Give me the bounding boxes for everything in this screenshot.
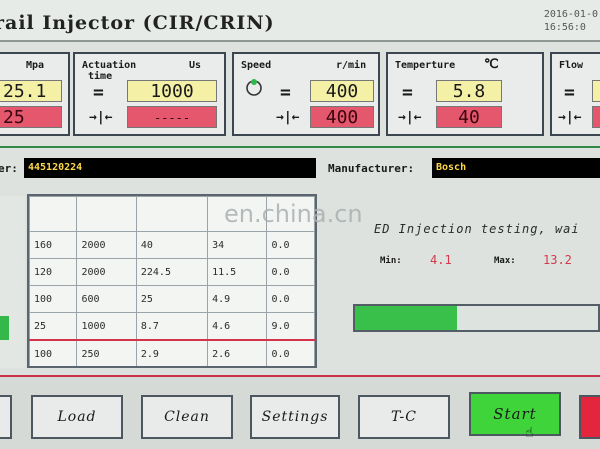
table-cell: 2.6 (207, 339, 268, 366)
flow-actual-value (592, 106, 600, 128)
pressure-actual-value: 25 (0, 106, 62, 128)
equal-icon: = (564, 82, 575, 103)
table-cell: 100 (29, 339, 78, 366)
pointer-cursor-icon: ☝ (525, 425, 534, 441)
datetime: 2016-01-0 16:56:0 (544, 8, 598, 34)
table-cell: 250 (76, 339, 137, 366)
equal-icon: = (402, 82, 413, 103)
temperature-set-value[interactable]: 5.8 (436, 80, 502, 102)
table-cell: 40 (135, 231, 209, 259)
left-strip (0, 196, 25, 368)
equal-icon: = (280, 82, 291, 103)
temperature-actual-value: 40 (436, 106, 502, 128)
clamp-icon: →|← (398, 110, 422, 125)
table-cell: 9.0 (266, 312, 315, 341)
pressure-unit: Mpa (26, 60, 45, 71)
tc-button[interactable]: T-C (358, 395, 450, 439)
actuation-panel: Actuation time Us = →|← 1000 ----- (73, 52, 226, 136)
table-cell: 0.0 (266, 258, 315, 286)
table-cell: 4.6 (207, 312, 268, 341)
actuation-actual-value: ----- (127, 106, 217, 128)
max-label: Max: (494, 256, 516, 266)
table-header-cell (76, 196, 137, 232)
progress-fill (355, 306, 458, 330)
selected-row-indicator (0, 316, 9, 340)
table-cell: 120 (29, 258, 78, 286)
injector-number-field[interactable]: 445120224 (24, 158, 316, 178)
flow-panel: Flow = →|← (550, 52, 600, 136)
manufacturer-field[interactable]: Bosch (432, 158, 600, 178)
table-cell: 25 (135, 285, 209, 313)
max-value: 13.2 (543, 253, 572, 267)
flow-label: Flow (559, 60, 584, 71)
table-row[interactable]: 25 1000 8.7 4.6 9.0 (29, 312, 315, 341)
table-cell: 0.0 (266, 285, 315, 313)
min-label: Min: (380, 256, 402, 266)
table-cell: 160 (29, 231, 78, 259)
watermark-text: en.china.cn (224, 200, 363, 228)
speed-unit: r/min (336, 60, 367, 71)
actuation-set-value[interactable]: 1000 (127, 80, 217, 102)
clamp-icon: →|← (558, 110, 582, 125)
table-cell: 4.9 (207, 285, 268, 313)
table-cell: 1000 (76, 312, 137, 341)
flow-set-value[interactable] (592, 80, 600, 102)
date-text: 2016-01-0 (543, 9, 598, 20)
table-row[interactable]: 160 2000 40 34 0.0 (29, 231, 315, 259)
table-cell: 34 (207, 231, 268, 259)
table-cell: 224.5 (135, 258, 209, 286)
table-cell: 11.5 (207, 258, 268, 286)
table-cell: 100 (29, 285, 78, 313)
partial-left-button[interactable] (0, 395, 12, 439)
table-cell: 2.9 (135, 339, 209, 366)
table-cell: 600 (76, 285, 137, 313)
temperature-panel: Temperture ℃ = →|← 5.8 40 (386, 52, 544, 136)
table-header-cell (135, 196, 209, 232)
table-cell: 2000 (76, 231, 137, 259)
rotation-icon (246, 79, 262, 96)
speed-panel: Speed r/min = →|← 400 400 (232, 52, 380, 136)
clean-button[interactable]: Clean (141, 395, 233, 439)
speed-set-value[interactable]: 400 (310, 80, 374, 102)
table-cell: 25 (29, 312, 78, 341)
min-value: 4.1 (430, 253, 452, 267)
table-row[interactable]: 120 2000 224.5 11.5 0.0 (29, 258, 315, 286)
table-cell: 0.0 (266, 231, 315, 259)
title-bar: rail Injector (CIR/CRIN) 2016-01-0 16:56… (0, 0, 600, 42)
table-cell: 2000 (76, 258, 137, 286)
temperature-unit: ℃ (484, 57, 499, 72)
clamp-icon: →|← (276, 110, 300, 125)
temperature-label: Temperture (395, 60, 456, 71)
test-status-text: ED Injection testing, wai (374, 222, 580, 236)
settings-button[interactable]: Settings (250, 395, 340, 439)
pressure-panel: Mpa 25.1 25 (0, 52, 70, 136)
pressure-set-value[interactable]: 25.1 (0, 80, 62, 102)
injector-test-screen: rail Injector (CIR/CRIN) 2016-01-0 16:56… (0, 0, 600, 449)
injector-number-label: er: (0, 162, 18, 175)
load-button[interactable]: Load (31, 395, 123, 439)
time-text: 16:56:0 (543, 22, 586, 33)
equal-icon: = (93, 82, 104, 103)
speed-actual-value: 400 (310, 106, 374, 128)
start-button[interactable]: Start (469, 392, 561, 436)
actuation-label: Actuation time (82, 60, 137, 82)
stop-button[interactable] (579, 395, 600, 439)
test-progress-bar (353, 304, 600, 332)
table-header-cell (29, 196, 78, 232)
actuation-unit: Us (189, 60, 202, 71)
table-cell: 8.7 (135, 312, 209, 341)
table-row[interactable]: 100 250 2.9 2.6 0.0 (29, 339, 315, 366)
section-divider (0, 146, 600, 148)
speed-label: Speed (241, 60, 272, 71)
table-row[interactable]: 100 600 25 4.9 0.0 (29, 285, 315, 313)
window-title: rail Injector (CIR/CRIN) (0, 12, 275, 34)
clamp-icon: →|← (89, 110, 113, 125)
table-cell: 0.0 (266, 339, 315, 366)
manufacturer-label: Manufacturer: (328, 162, 415, 175)
